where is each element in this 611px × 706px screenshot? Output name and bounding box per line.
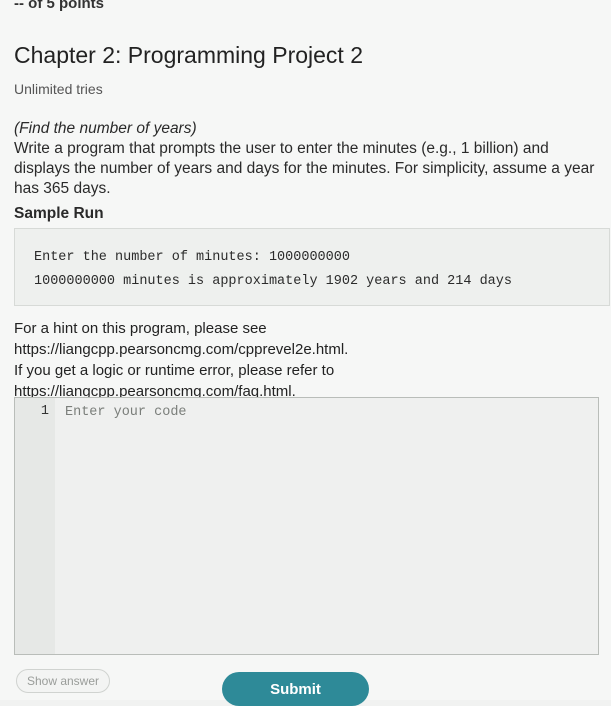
hint-text: For a hint on this program, please see h… xyxy=(14,318,594,402)
problem-description: Write a program that prompts the user to… xyxy=(14,140,595,197)
hint-line: If you get a logic or runtime error, ple… xyxy=(14,362,335,379)
problem-heading: (Find the number of years) xyxy=(14,120,197,137)
question-card: -- of 5 points Chapter 2: Programming Pr… xyxy=(0,0,611,706)
sample-run-line: 1000000000 minutes is approximately 1902… xyxy=(34,274,512,289)
code-input[interactable] xyxy=(65,401,585,423)
points-indicator: -- of 5 points xyxy=(14,0,104,12)
sample-run-box: Enter the number of minutes: 1000000000 … xyxy=(14,228,610,306)
line-number-gutter: 1 xyxy=(15,398,55,654)
sample-run-line: Enter the number of minutes: 1000000000 xyxy=(34,250,350,265)
show-answer-button[interactable]: Show answer xyxy=(16,669,110,693)
sample-run-label: Sample Run xyxy=(14,205,104,222)
line-number: 1 xyxy=(40,404,49,419)
hint-line: For a hint on this program, please see xyxy=(14,320,267,337)
code-editor[interactable]: 1 xyxy=(14,397,599,655)
hint-link[interactable]: https://liangcpp.pearsoncmg.com/cpprevel… xyxy=(14,339,594,360)
tries-label: Unlimited tries xyxy=(14,81,103,97)
submit-button[interactable]: Submit xyxy=(222,672,369,706)
question-title: Chapter 2: Programming Project 2 xyxy=(14,42,363,68)
problem-statement: (Find the number of years) Write a progr… xyxy=(14,119,609,199)
